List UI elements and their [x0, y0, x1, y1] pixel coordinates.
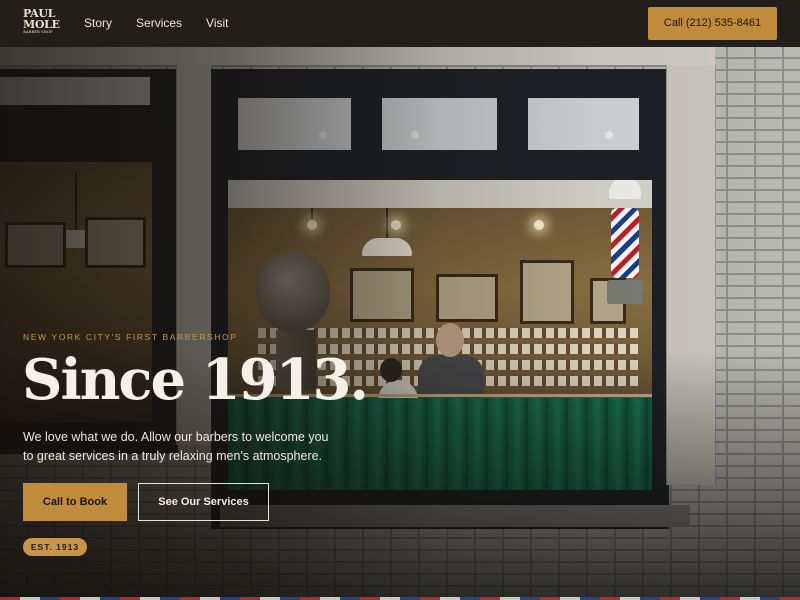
call-to-book-button[interactable]: Call to Book — [23, 483, 127, 521]
hero-description: We love what we do. Allow our barbers to… — [23, 430, 329, 463]
hero-eyebrow: NEW YORK CITY'S FIRST BARBERSHOP — [23, 332, 238, 342]
paul-mole-logo[interactable]: PAUL MOLE BARBER SHOP — [23, 8, 60, 35]
nav-link-services[interactable]: Services — [136, 16, 182, 30]
nav-links: Story Services Visit — [84, 16, 228, 30]
see-services-button[interactable]: See Our Services — [138, 483, 269, 521]
established-badge: EST. 1913 — [23, 538, 87, 556]
logo-line-3: BARBER SHOP — [23, 30, 53, 34]
call-phone-button[interactable]: Call (212) 535-8461 — [648, 7, 777, 40]
top-navigation: PAUL MOLE BARBER SHOP Story Services Vis… — [0, 0, 800, 47]
nav-link-story[interactable]: Story — [84, 16, 112, 30]
nav-link-visit[interactable]: Visit — [206, 16, 228, 30]
hero-headline: Since 1913. — [22, 347, 369, 413]
logo-line-2: MOLE — [23, 18, 60, 31]
